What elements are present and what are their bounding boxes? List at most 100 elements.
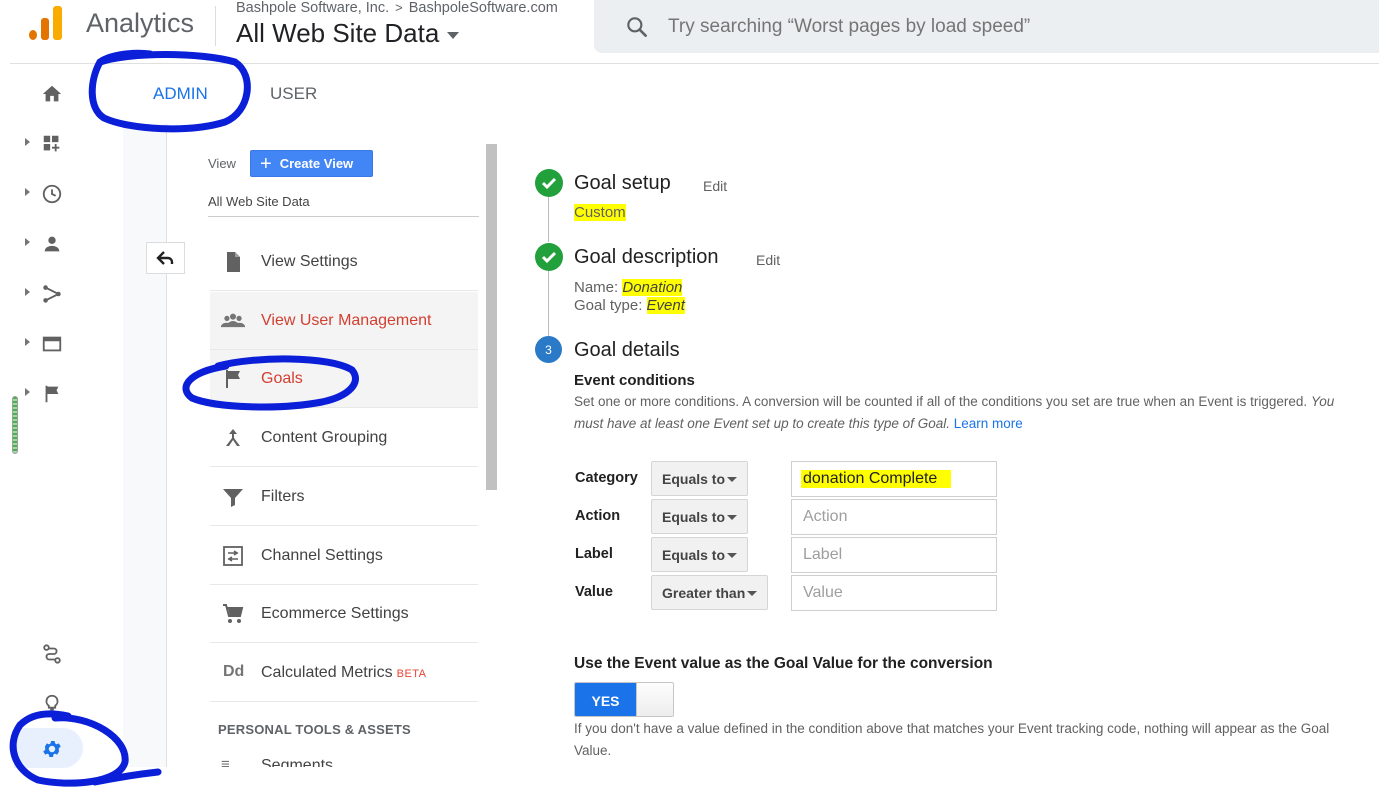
nav-item-label: Calculated Metrics BETA [261, 664, 427, 682]
caret-down-icon [447, 32, 460, 39]
action-operator-select[interactable]: Equals to [651, 499, 748, 534]
rail-admin[interactable] [10, 728, 123, 768]
column-divider [166, 124, 167, 767]
condition-label-value: Value [575, 584, 613, 600]
nav-item-label: Segments [261, 757, 334, 767]
tab-admin[interactable]: ADMIN [153, 84, 208, 104]
discover-icon [43, 644, 61, 664]
learn-more-link[interactable]: Learn more [954, 416, 1023, 431]
calculated-metrics-label: Calculated Metrics [261, 663, 393, 681]
create-view-button[interactable]: + Create View [250, 150, 373, 177]
rail-realtime[interactable] [10, 174, 123, 214]
search-bar[interactable]: Try searching “Worst pages by load speed… [594, 0, 1379, 53]
rail-behavior[interactable] [10, 324, 123, 364]
view-selector-label: All Web Site Data [236, 18, 440, 48]
rail-acquisition[interactable] [10, 274, 123, 314]
nav-item-calculated-metrics[interactable]: Dd Calculated Metrics BETA [210, 644, 478, 702]
goal-details-title: Goal details [574, 339, 680, 361]
nav-scrollbar-thumb[interactable] [486, 144, 497, 490]
category-operator-select[interactable]: Equals to [651, 461, 748, 496]
behavior-icon [42, 336, 62, 352]
tab-user[interactable]: USER [270, 84, 317, 104]
condition-label-category: Category [575, 470, 638, 486]
nav-item-segments[interactable]: ≡ Segments [218, 756, 478, 767]
nav-item-view-user-management[interactable]: View User Management [210, 292, 478, 350]
rail-audience[interactable] [10, 224, 123, 264]
flag-icon [226, 370, 240, 388]
header-divider-line [10, 63, 1379, 64]
operator-value: Greater than [662, 584, 746, 601]
nav-item-label: Ecommerce Settings [261, 604, 409, 622]
people-icon [220, 313, 246, 328]
category-input[interactable]: donation Complete [791, 461, 997, 497]
expand-arrow-icon [25, 138, 30, 146]
account-breadcrumb[interactable]: Bashpole Software, Inc. > BashpoleSoftware… [236, 0, 558, 16]
rail-conversions[interactable] [10, 374, 123, 414]
plus-icon: + [260, 152, 272, 175]
operator-value: Equals to [662, 470, 726, 487]
view-column-label: View [208, 156, 236, 171]
dropdown-arrow-icon [747, 591, 757, 596]
expand-arrow-icon [25, 388, 30, 396]
filter-icon [223, 489, 243, 507]
dropdown-arrow-icon [727, 477, 737, 482]
goal-setup-check-icon [535, 169, 563, 197]
use-event-value-toggle[interactable]: YES [574, 682, 674, 717]
category-input-value: donation Complete [801, 470, 952, 488]
nav-item-view-settings[interactable]: View Settings [210, 233, 478, 291]
rail-discover[interactable] [10, 634, 123, 674]
channel-settings-icon [223, 546, 243, 566]
conversions-icon [45, 385, 59, 403]
step-connector [548, 270, 549, 336]
expand-arrow-icon [25, 288, 30, 296]
back-button[interactable] [146, 242, 185, 274]
condition-label-label: Label [575, 546, 613, 562]
toggle-yes-label: YES [575, 683, 636, 716]
calculated-metrics-icon: Dd [223, 663, 245, 680]
view-name-underline [208, 216, 479, 217]
nav-item-channel-settings[interactable]: Channel Settings [210, 527, 478, 585]
customization-icon [43, 135, 60, 152]
home-icon [42, 85, 62, 102]
expand-arrow-icon [25, 338, 30, 346]
goal-description-edit-link[interactable]: Edit [756, 252, 780, 268]
content-grouping-icon [226, 429, 240, 446]
segments-icon: ≡ [221, 756, 230, 767]
nav-item-ecommerce-settings[interactable]: Ecommerce Settings [210, 585, 478, 643]
rail-home[interactable] [10, 74, 123, 114]
cart-icon [223, 604, 244, 623]
rail-insights[interactable] [10, 684, 123, 724]
event-conditions-title: Event conditions [574, 372, 695, 389]
goal-setup-edit-link[interactable]: Edit [703, 178, 727, 194]
property-name: BashpoleSoftware.com [408, 0, 558, 16]
nav-item-label: Content Grouping [261, 428, 388, 446]
acquisition-icon [43, 285, 61, 303]
value-operator-select[interactable]: Greater than [651, 575, 768, 610]
label-operator-select[interactable]: Equals to [651, 537, 748, 572]
rail-customization[interactable] [10, 124, 123, 164]
value-input[interactable]: Value [791, 575, 997, 611]
nav-item-filters[interactable]: Filters [210, 468, 478, 526]
use-event-value-title: Use the Event value as the Goal Value fo… [574, 655, 993, 672]
gear-icon [43, 741, 61, 757]
back-arrow-icon [155, 251, 173, 265]
rail-scrollbar[interactable] [12, 396, 18, 454]
toggle-knob[interactable] [636, 683, 673, 716]
lightbulb-icon [45, 694, 59, 714]
label-input[interactable]: Label [791, 537, 997, 573]
nav-item-goals[interactable]: Goals [210, 350, 478, 408]
top-header: Analytics Bashpole Software, Inc. > Bashpo… [0, 0, 1379, 64]
goal-type-label: Goal type: [574, 297, 643, 314]
goal-type-line: Goal type: Event [574, 297, 685, 314]
goal-setup-title: Goal setup [574, 172, 671, 194]
dropdown-arrow-icon [727, 553, 737, 558]
audience-icon [44, 236, 60, 252]
view-selector[interactable]: All Web Site Data [236, 18, 460, 49]
goal-type-value: Event [646, 297, 685, 314]
dropdown-arrow-icon [727, 515, 737, 520]
nav-item-content-grouping[interactable]: Content Grouping [210, 409, 478, 467]
step-connector [548, 196, 549, 242]
operator-value: Equals to [662, 546, 726, 563]
action-input[interactable]: Action [791, 499, 997, 535]
nav-item-label: View User Management [261, 311, 432, 329]
